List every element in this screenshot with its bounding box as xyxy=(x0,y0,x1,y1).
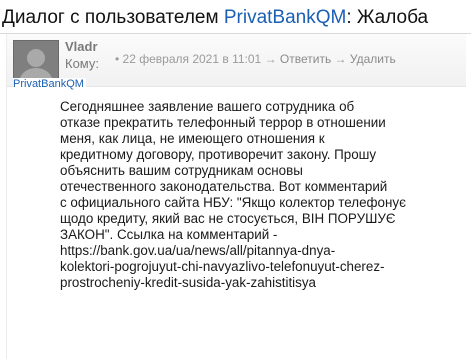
body-line: щодо кредиту, який вас не стосується, ВІ… xyxy=(60,211,396,226)
body-line: ЗАКОН". Ссылка на комментарий - xyxy=(60,227,278,242)
delete-link[interactable]: Удалить xyxy=(350,52,396,66)
dialog-page: Диалог с пользователем PrivatBankQM: Жал… xyxy=(0,0,471,359)
user-profile-link[interactable]: PrivatBankQM xyxy=(224,7,346,28)
body-line: кредитному договору, противоречит закону… xyxy=(60,147,377,162)
message-body: Сегодняшнее заявление вашего сотрудника … xyxy=(60,99,462,291)
bullet-separator: • xyxy=(115,52,123,66)
body-line: отечественного законодательства. Вот ком… xyxy=(60,179,388,194)
reply-arrow-icon: → xyxy=(264,52,280,66)
author-name[interactable]: Vladr xyxy=(65,39,98,54)
reply-link[interactable]: Ответить xyxy=(280,52,331,66)
body-line: Сегодняшнее заявление вашего сотрудника … xyxy=(60,99,355,114)
message-date: 22 февраля 2021 в 11:01 xyxy=(122,52,262,66)
message-card: Vladr Кому: • 22 февраля 2021 в 11:01 → … xyxy=(6,34,466,359)
title-suffix: : Жалоба xyxy=(346,7,429,28)
body-line-link: kolektori-pogrojuyut-chi-navyazlivo-tele… xyxy=(60,259,385,274)
page-title: Диалог с пользователем PrivatBankQM: Жал… xyxy=(2,6,428,30)
body-line: с официального сайта НБУ: "Якщо колектор… xyxy=(60,195,406,210)
recipient-link[interactable]: PrivatBankQM xyxy=(13,78,86,90)
body-line: меня, как лица, не имеющего отношения к xyxy=(60,131,325,146)
body-line-link: prostrocheniy-kredit-susida-yak-zahistit… xyxy=(60,275,316,290)
body-line-link: https://bank.gov.ua/ua/news/all/pitannya… xyxy=(60,243,336,258)
title-prefix: Диалог с пользователем xyxy=(2,7,224,28)
message-meta: • 22 февраля 2021 в 11:01 → Ответить → У… xyxy=(115,52,396,66)
recipient-label: Кому: xyxy=(65,56,99,71)
body-line: отказе прекратить телефонный террор в от… xyxy=(60,115,386,130)
delete-arrow-icon: → xyxy=(334,52,350,66)
body-line: объяснить вашим сотрудникам основы xyxy=(60,163,303,178)
